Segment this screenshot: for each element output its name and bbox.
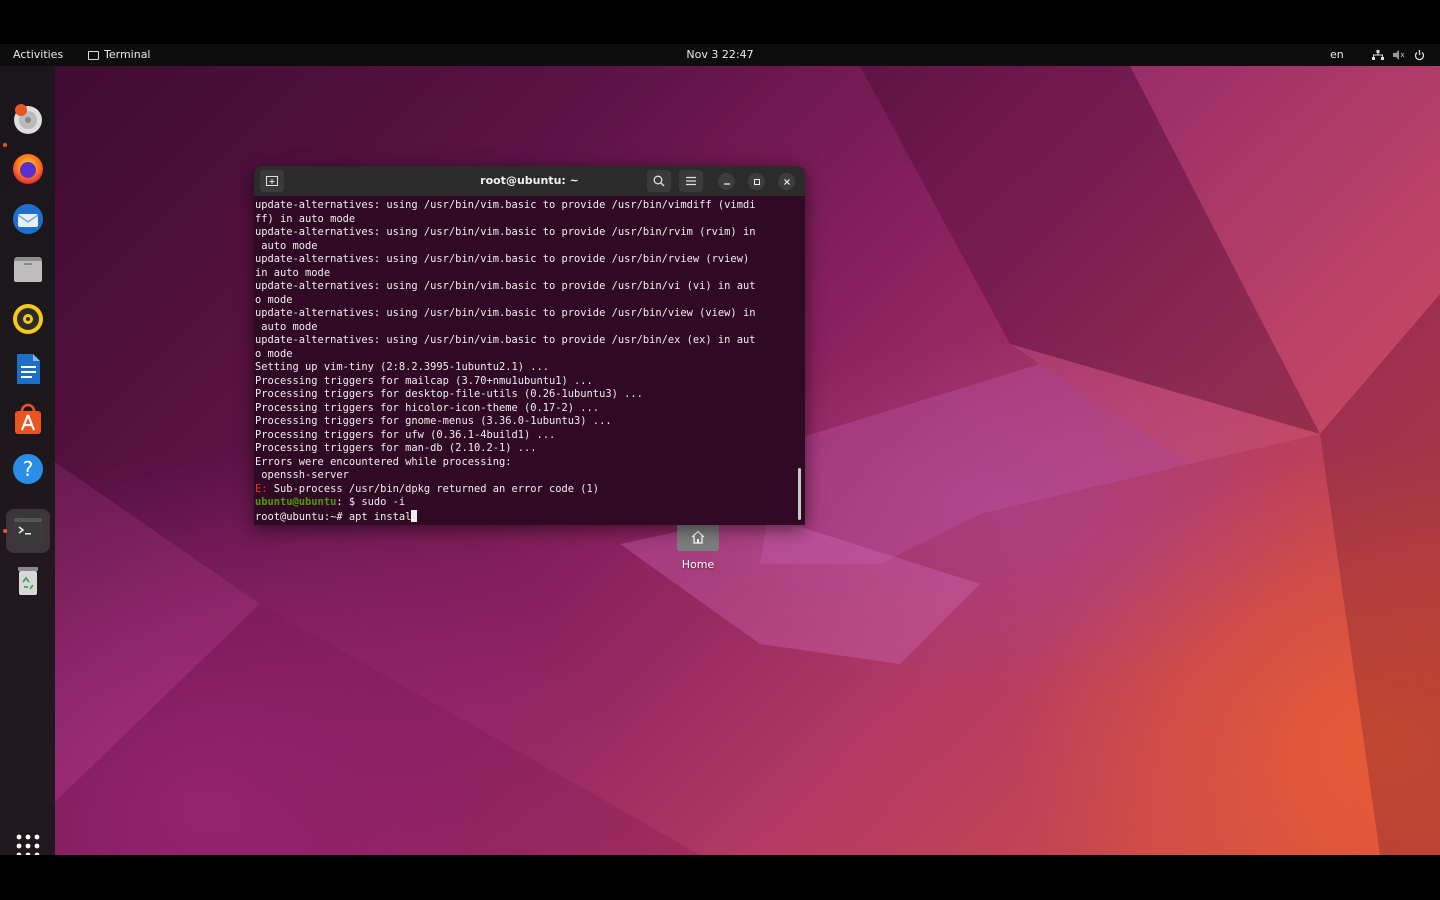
terminal-line: update-alternatives: using /usr/bin/vim.… bbox=[255, 334, 756, 346]
terminal-line: in auto mode bbox=[255, 266, 331, 279]
network-icon bbox=[1372, 50, 1384, 60]
screen: Activities Terminal Nov 3 22:47 en ? Hom… bbox=[0, 44, 1440, 855]
error-message: Sub-process /usr/bin/dpkg returned an er… bbox=[267, 482, 600, 495]
svg-text:?: ? bbox=[23, 457, 34, 481]
terminal-line: Errors were encountered while processing… bbox=[255, 455, 512, 468]
thunderbird-icon bbox=[13, 204, 43, 234]
current-command: apt instal bbox=[348, 510, 412, 523]
clock[interactable]: Nov 3 22:47 bbox=[686, 48, 753, 61]
terminal-line: update-alternatives: using /usr/bin/vim.… bbox=[255, 199, 756, 211]
app-menu-label: Terminal bbox=[104, 48, 151, 61]
libreoffice-writer-icon bbox=[17, 354, 40, 384]
help-icon: ? bbox=[13, 454, 43, 484]
dock-item-show-apps[interactable] bbox=[8, 826, 48, 855]
dock-item-terminal[interactable] bbox=[6, 509, 50, 553]
rhythmbox-icon bbox=[13, 304, 43, 334]
maximize-button[interactable] bbox=[748, 173, 765, 190]
hamburger-menu-icon bbox=[686, 176, 696, 186]
activities-button[interactable]: Activities bbox=[13, 44, 63, 66]
terminal-line: Processing triggers for ufw (0.36.1-4bui… bbox=[255, 428, 556, 441]
text-cursor bbox=[411, 509, 418, 522]
terminal-output[interactable]: update-alternatives: using /usr/bin/vim.… bbox=[255, 199, 795, 525]
volume-muted-icon bbox=[1393, 50, 1405, 60]
error-line: E: Sub-process /usr/bin/dpkg returned an… bbox=[255, 483, 795, 497]
dock: ? bbox=[0, 66, 55, 855]
terminal-line: auto mode bbox=[255, 239, 318, 252]
trash-icon bbox=[18, 567, 38, 595]
dock-item-rhythmbox[interactable] bbox=[8, 299, 48, 339]
dock-item-help[interactable]: ? bbox=[8, 449, 48, 489]
desktop-home-folder[interactable] bbox=[677, 522, 719, 551]
system-tray[interactable] bbox=[1372, 44, 1425, 66]
dock-item-firefox[interactable] bbox=[8, 149, 48, 189]
desktop-home-label[interactable]: Home bbox=[667, 558, 729, 571]
search-icon bbox=[653, 175, 665, 187]
files-icon bbox=[14, 257, 42, 282]
maximize-icon bbox=[753, 178, 760, 185]
letterbox-top bbox=[0, 0, 1440, 44]
dock-item-software[interactable] bbox=[8, 399, 48, 439]
firefox-icon bbox=[13, 154, 43, 184]
dock-item-files[interactable] bbox=[8, 249, 48, 289]
terminal-line: o mode bbox=[255, 293, 293, 306]
prompt-user: ubuntu@ubuntu bbox=[255, 496, 337, 508]
keyboard-layout-indicator[interactable]: en bbox=[1330, 44, 1344, 66]
terminal-line: Processing triggers for desktop-file-uti… bbox=[255, 388, 643, 400]
minimize-icon bbox=[723, 182, 730, 185]
terminal-line: openssh-server bbox=[255, 469, 349, 481]
terminal-icon bbox=[14, 518, 42, 544]
terminal-line: update-alternatives: using /usr/bin/vim.… bbox=[255, 253, 750, 265]
power-icon bbox=[1414, 49, 1425, 61]
terminal-window-icon bbox=[88, 50, 99, 60]
running-indicator bbox=[3, 143, 7, 147]
terminal-line: Processing triggers for man-db (2.10.2-1… bbox=[255, 442, 537, 454]
terminal-line: update-alternatives: using /usr/bin/vim.… bbox=[255, 280, 756, 292]
hamburger-menu-button[interactable] bbox=[679, 170, 703, 192]
minimize-button[interactable] bbox=[718, 173, 735, 190]
error-prefix: E: bbox=[255, 482, 268, 495]
root-prompt: root@ubuntu:~# bbox=[255, 510, 349, 523]
prompt-command: : $ sudo -i bbox=[336, 496, 406, 508]
home-icon bbox=[691, 530, 705, 544]
app-menu-terminal[interactable]: Terminal bbox=[88, 44, 151, 66]
terminal-line: auto mode bbox=[255, 320, 318, 333]
terminal-line: update-alternatives: using /usr/bin/vim.… bbox=[255, 307, 756, 319]
software-center-icon bbox=[15, 403, 41, 434]
root-prompt-line[interactable]: root@ubuntu:~# apt instal bbox=[255, 509, 795, 525]
close-button[interactable] bbox=[778, 173, 795, 190]
dock-item-thunderbird[interactable] bbox=[8, 199, 48, 239]
terminal-line: update-alternatives: using /usr/bin/vim.… bbox=[255, 226, 756, 238]
terminal-line: Processing triggers for mailcap (3.70+nm… bbox=[255, 374, 593, 387]
terminal-line: Processing triggers for hicolor-icon-the… bbox=[255, 401, 600, 414]
terminal-headerbar[interactable]: root@ubuntu: ~ bbox=[254, 166, 805, 196]
search-button[interactable] bbox=[647, 170, 671, 192]
dock-item-installer[interactable] bbox=[8, 99, 48, 139]
terminal-window[interactable]: root@ubuntu: ~ update-alternatives: usin… bbox=[254, 166, 805, 525]
letterbox-bottom bbox=[0, 855, 1440, 900]
top-bar: Activities Terminal Nov 3 22:47 en bbox=[0, 44, 1440, 66]
close-icon bbox=[783, 178, 790, 185]
terminal-scrollbar[interactable] bbox=[798, 468, 801, 520]
installer-icon bbox=[14, 104, 42, 134]
terminal-line: o mode bbox=[255, 347, 293, 360]
show-apps-icon bbox=[16, 834, 40, 855]
terminal-line: Processing triggers for gnome-menus (3.3… bbox=[255, 415, 612, 427]
user-prompt-line: ubuntu@ubuntu: $ sudo -i bbox=[255, 496, 795, 510]
terminal-line: ff) in auto mode bbox=[255, 212, 356, 225]
terminal-line: Setting up vim-tiny (2:8.2.3995-1ubuntu2… bbox=[255, 361, 550, 373]
dock-item-trash[interactable] bbox=[8, 560, 48, 600]
dock-item-writer[interactable] bbox=[8, 349, 48, 389]
